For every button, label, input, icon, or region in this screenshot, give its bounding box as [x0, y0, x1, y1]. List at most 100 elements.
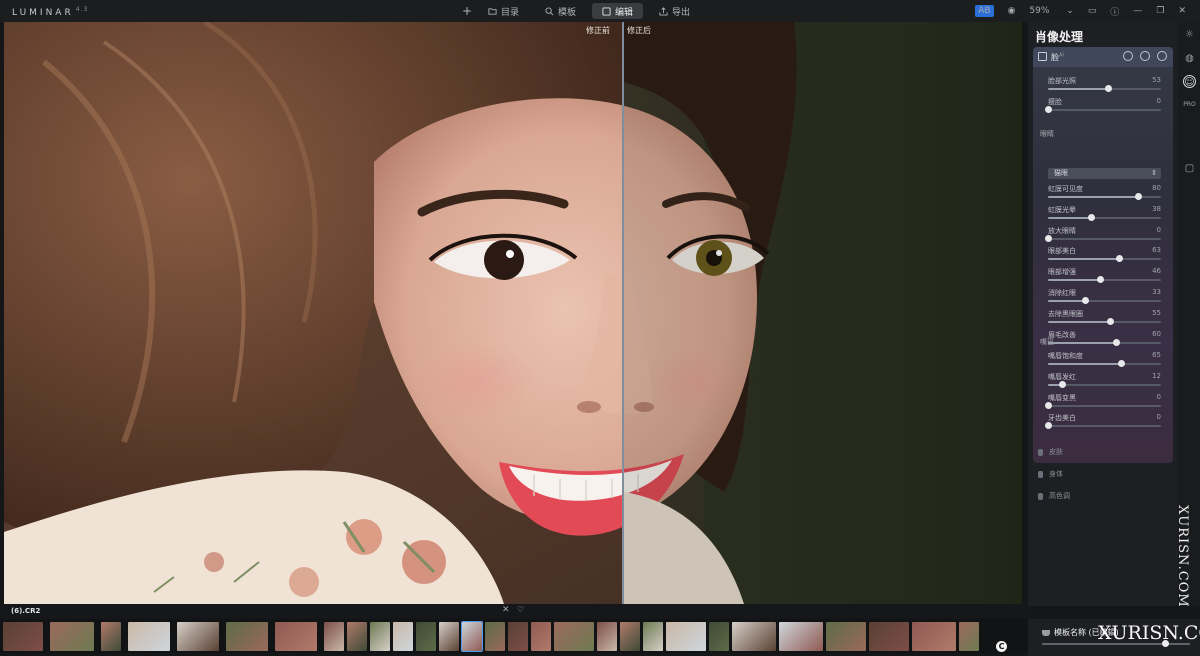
palette-icon[interactable]: ◍ — [1183, 52, 1196, 65]
close-window-icon[interactable]: ✕ — [1178, 6, 1186, 16]
filmstrip-thumbnail[interactable] — [643, 622, 663, 651]
face-module-header[interactable]: 脸AI — [1033, 47, 1173, 67]
filmstrip-thumbnail[interactable] — [347, 622, 367, 651]
filmstrip-thumbnail[interactable] — [177, 622, 219, 651]
slider-label: 嘴唇饱和度 — [1048, 352, 1083, 360]
slider-face_sliders-0[interactable]: 脸部光照 53 — [1048, 76, 1161, 94]
add-button[interactable]: + — [462, 4, 472, 18]
filmstrip-thumbnail[interactable] — [439, 622, 459, 651]
watermark-vertical: XURISN.COM — [1175, 505, 1190, 608]
slider-track[interactable] — [1048, 237, 1161, 240]
filmstrip-thumbnail[interactable] — [620, 622, 640, 651]
filmstrip-thumbnail[interactable] — [226, 622, 268, 651]
skin-module[interactable]: 皮肤 — [1038, 447, 1063, 457]
filmstrip-thumbnail[interactable] — [3, 622, 43, 651]
slider-knob[interactable] — [1118, 360, 1126, 367]
eye-icon[interactable]: ◉ — [1008, 6, 1016, 16]
filmstrip-thumbnail[interactable] — [416, 622, 436, 651]
heart-icon[interactable]: ♡ — [517, 605, 524, 614]
filmstrip-thumbnail[interactable] — [709, 622, 729, 651]
slider-track[interactable] — [1048, 109, 1161, 111]
slider-knob[interactable] — [1116, 255, 1124, 263]
slider-knob[interactable] — [1058, 380, 1066, 388]
slider-track[interactable] — [1048, 425, 1161, 428]
sun-icon[interactable]: ☼ — [1183, 28, 1196, 41]
filmstrip-thumbnail[interactable] — [370, 622, 390, 651]
face-icon[interactable]: ☺ — [1183, 75, 1196, 88]
slider-track[interactable] — [1048, 404, 1161, 407]
filmstrip-thumbnail[interactable] — [554, 622, 594, 651]
filmstrip-thumbnail[interactable] — [732, 622, 776, 651]
slider-knob[interactable] — [1045, 401, 1052, 409]
photo-canvas[interactable]: 修正前 修正后 — [4, 22, 1022, 604]
history-icon[interactable]: ▢ — [1183, 162, 1196, 175]
slider-eye_sliders-7[interactable]: 眉毛改善 60 — [1048, 330, 1161, 348]
slider-mouth_sliders-2[interactable]: 嘴唇变黑 0 — [1045, 393, 1161, 411]
eye-color-dropdown[interactable]: 猫眼 ⇕ — [1048, 168, 1161, 179]
zoom-level[interactable]: 59% ⌄ — [1029, 6, 1073, 16]
filmstrip-thumbnail[interactable] — [393, 622, 413, 651]
highkey-module[interactable]: 高色调 — [1038, 491, 1070, 501]
filmstrip-thumbnail[interactable] — [666, 622, 706, 651]
slider-mouth_sliders-1[interactable]: 嘴唇发红 12 — [1048, 372, 1161, 390]
filmstrip-thumbnail[interactable] — [531, 622, 551, 651]
slider-fill — [1048, 300, 1086, 302]
minimize-icon[interactable]: — — [1133, 6, 1142, 16]
slider-eye_sliders-2[interactable]: 放大眼睛 0 — [1045, 226, 1161, 244]
slider-knob[interactable] — [1096, 276, 1104, 284]
slider-knob[interactable] — [1107, 317, 1115, 325]
slider-knob[interactable] — [1135, 193, 1143, 200]
filmstrip-thumbnail[interactable] — [508, 622, 528, 651]
visibility-icon[interactable] — [1157, 51, 1167, 61]
slider-eye_sliders-5[interactable]: 消除红眼 33 — [1048, 288, 1161, 306]
slider-knob[interactable] — [1045, 106, 1052, 113]
slider-mouth_sliders-3[interactable]: 牙齿美白 0 — [1045, 413, 1161, 431]
filmstrip-thumbnail[interactable] — [324, 622, 344, 651]
tab-catalog[interactable]: 目录 — [478, 3, 529, 19]
slider-knob[interactable] — [1082, 297, 1090, 304]
filmstrip-thumbnail[interactable] — [275, 622, 317, 651]
slider-knob[interactable] — [1104, 85, 1112, 92]
pro-icon[interactable]: PRO — [1183, 98, 1196, 111]
filmstrip-thumbnail[interactable] — [959, 622, 979, 651]
slider-fill — [1048, 216, 1091, 219]
tab-looks[interactable]: 模板 — [535, 3, 586, 19]
filmstrip-thumbnail[interactable] — [485, 622, 505, 651]
compare-toggle-button[interactable]: AB — [975, 5, 994, 17]
slider-eye_sliders-3[interactable]: 眼部美白 63 — [1048, 246, 1161, 264]
filmstrip-thumbnail[interactable] — [912, 622, 956, 651]
slider-knob[interactable] — [1112, 338, 1120, 346]
slider-knob[interactable] — [1087, 213, 1095, 221]
mask-icon[interactable] — [1140, 51, 1150, 61]
slider-knob[interactable] — [1045, 422, 1052, 430]
tab-edit[interactable]: 编辑 — [592, 3, 644, 19]
filmstrip-thumbnail[interactable] — [101, 622, 121, 651]
filmstrip-thumbnail[interactable] — [869, 622, 909, 651]
app-logo: LUMINAR 4.3 — [12, 6, 89, 18]
undo-icon[interactable] — [1123, 51, 1133, 61]
close-icon[interactable]: ✕ — [502, 605, 510, 615]
filmstrip-thumbnail[interactable] — [461, 621, 483, 652]
watermark-horizontal: XURISN.COM — [1098, 622, 1200, 644]
tab-export[interactable]: 导出 — [649, 3, 700, 19]
maximize-icon[interactable]: ❐ — [1156, 6, 1164, 16]
compare-split-handle[interactable] — [622, 22, 624, 604]
file-name: (6).CR2 — [11, 607, 41, 615]
slider-eye_sliders-4[interactable]: 眼部增强 46 — [1048, 267, 1161, 285]
filmstrip-thumbnail[interactable] — [826, 622, 866, 651]
portrait-panel: 肖像处理 脸AI 脸部光照 53 瘦脸 0 眼睛 猫眼 ⇕ 虹膜可见度 80 虹膜光晕 38 放… — [1028, 22, 1178, 606]
filmstrip-thumbnail[interactable] — [597, 622, 617, 651]
slider-eye_sliders-6[interactable]: 去除黑眼圈 55 — [1048, 309, 1161, 327]
filmstrip-thumbnail[interactable] — [779, 622, 823, 651]
body-module[interactable]: 身体 — [1038, 469, 1063, 479]
filmstrip-thumbnail[interactable] — [128, 622, 170, 651]
slider-eye_sliders-0[interactable]: 虹膜可见度 80 — [1048, 184, 1161, 202]
slider-mouth_sliders-0[interactable]: 嘴唇饱和度 65 — [1048, 351, 1161, 369]
zoom-fit-icon[interactable]: ▭ — [1088, 6, 1097, 16]
info-icon[interactable]: ⓘ — [1110, 5, 1119, 18]
slider-face_sliders-1[interactable]: 瘦脸 0 — [1045, 97, 1161, 115]
filmstrip-thumbnail[interactable] — [50, 622, 94, 651]
slider-eye_sliders-1[interactable]: 虹膜光晕 38 — [1048, 205, 1161, 223]
search-icon — [545, 6, 554, 15]
slider-knob[interactable] — [1045, 234, 1052, 242]
